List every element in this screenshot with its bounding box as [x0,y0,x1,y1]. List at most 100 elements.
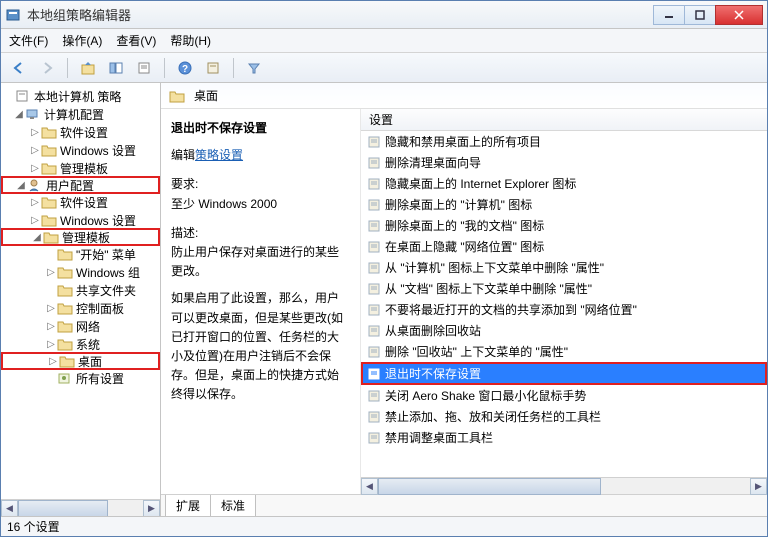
setting-icon [367,261,381,275]
minimize-button[interactable] [653,5,685,25]
collapse-icon[interactable]: ◢ [13,109,25,120]
menu-action[interactable]: 操作(A) [62,32,102,49]
filter-button[interactable] [242,56,266,80]
up-button[interactable] [76,56,100,80]
back-button[interactable] [7,56,31,80]
tree-hscroll[interactable]: ◀ ▶ [1,499,160,516]
tree-pane[interactable]: 本地计算机 策略 ◢计算机配置 ▷软件设置 ▷Windows 设置 ▷管理模板 … [1,83,161,516]
show-hide-tree-button[interactable] [104,56,128,80]
expand-icon[interactable]: ▷ [45,267,57,278]
scroll-thumb[interactable] [18,500,108,516]
list-item[interactable]: 从 "文档" 图标上下文菜单中删除 "属性" [361,278,767,299]
collapse-icon[interactable]: ◢ [31,232,43,243]
scroll-right-icon[interactable]: ▶ [750,478,767,495]
folder-icon [57,319,73,333]
list-item[interactable]: 禁用调整桌面工具栏 [361,427,767,448]
folder-icon [41,125,57,139]
scroll-left-icon[interactable]: ◀ [361,478,378,495]
column-header[interactable]: 设置 [361,109,767,131]
list-item[interactable]: 从桌面删除回收站 [361,320,767,341]
close-button[interactable] [715,5,763,25]
list-item[interactable]: 在桌面上隐藏 "网络位置" 图标 [361,236,767,257]
expand-icon[interactable]: ▷ [29,145,41,156]
folder-icon [43,230,59,244]
tree-user[interactable]: ◢用户配置 [1,176,160,194]
list-item-label: 删除清理桌面向导 [385,154,481,171]
list-item[interactable]: 关闭 Aero Shake 窗口最小化鼠标手势 [361,385,767,406]
setting-icon [367,240,381,254]
scroll-right-icon[interactable]: ▶ [143,500,160,516]
expand-icon[interactable]: ▷ [29,127,41,138]
settings-list-wrap: 设置 隐藏和禁用桌面上的所有项目删除清理桌面向导隐藏桌面上的 Internet … [361,109,767,494]
expand-icon[interactable]: ▷ [45,339,57,350]
app-window: 本地组策略编辑器 文件(F) 操作(A) 查看(V) 帮助(H) ? 本地计算机… [0,0,768,537]
tree-start[interactable]: "开始" 菜单 [1,245,160,263]
computer-icon [25,107,41,121]
separator [164,58,165,78]
menu-help[interactable]: 帮助(H) [170,32,211,49]
list-hscroll[interactable]: ◀ ▶ [361,477,767,494]
edit-policy-link[interactable]: 策略设置 [195,148,243,162]
properties-button[interactable] [201,56,225,80]
list-item-label: 关闭 Aero Shake 窗口最小化鼠标手势 [385,387,586,404]
list-item-label: 删除桌面上的 "计算机" 图标 [385,196,532,213]
list-item[interactable]: 删除桌面上的 "我的文档" 图标 [361,215,767,236]
expand-icon[interactable]: ▷ [29,163,41,174]
tab-standard[interactable]: 标准 [210,495,256,517]
menubar: 文件(F) 操作(A) 查看(V) 帮助(H) [1,29,767,53]
expand-icon[interactable]: ▷ [29,215,41,226]
tree-computer[interactable]: ◢计算机配置 [1,105,160,123]
tree-comp-soft[interactable]: ▷软件设置 [1,123,160,141]
tree-ctrl[interactable]: ▷控制面板 [1,299,160,317]
tree-share[interactable]: 共享文件夹 [1,281,160,299]
export-button[interactable] [132,56,156,80]
list-item[interactable]: 从 "计算机" 图标上下文菜单中删除 "属性" [361,257,767,278]
list-item[interactable]: 不要将最近打开的文档的共享添加到 "网络位置" [361,299,767,320]
tree-net[interactable]: ▷网络 [1,317,160,335]
tree-user-win[interactable]: ▷Windows 设置 [1,211,160,229]
tree-root[interactable]: 本地计算机 策略 [1,87,160,105]
req-label: 要求: [171,175,350,194]
list-item[interactable]: 删除 "回收站" 上下文菜单的 "属性" [361,341,767,362]
policy-icon [15,89,31,103]
setting-icon [367,367,381,381]
svg-text:?: ? [182,64,188,75]
scroll-thumb[interactable] [378,478,601,495]
expand-icon[interactable]: ▷ [45,321,57,332]
req-text: 至少 Windows 2000 [171,195,350,214]
forward-button[interactable] [35,56,59,80]
list-item-label: 从 "文档" 图标上下文菜单中删除 "属性" [385,280,592,297]
tree-sys[interactable]: ▷系统 [1,335,160,353]
tree-user-soft[interactable]: ▷软件设置 [1,193,160,211]
list-item[interactable]: 退出时不保存设置 [361,362,767,385]
settings-list[interactable]: 隐藏和禁用桌面上的所有项目删除清理桌面向导隐藏桌面上的 Internet Exp… [361,131,767,477]
list-item[interactable]: 删除清理桌面向导 [361,152,767,173]
collapse-icon[interactable]: ◢ [15,180,27,191]
scroll-left-icon[interactable]: ◀ [1,500,18,516]
tree-allset[interactable]: 所有设置 [1,369,160,387]
list-item-label: 删除 "回收站" 上下文菜单的 "属性" [385,343,568,360]
titlebar[interactable]: 本地组策略编辑器 [1,1,767,29]
expand-icon[interactable]: ▷ [29,197,41,208]
list-item[interactable]: 隐藏桌面上的 Internet Explorer 图标 [361,173,767,194]
tree-comp-win[interactable]: ▷Windows 设置 [1,141,160,159]
menu-view[interactable]: 查看(V) [116,32,156,49]
list-item[interactable]: 删除桌面上的 "计算机" 图标 [361,194,767,215]
tree-desktop[interactable]: ▷桌面 [1,352,160,370]
tab-extended[interactable]: 扩展 [165,495,211,517]
tree-user-tmpl[interactable]: ◢管理模板 [1,228,160,246]
setting-icon [367,303,381,317]
list-item[interactable]: 禁止添加、拖、放和关闭任务栏的工具栏 [361,406,767,427]
list-item[interactable]: 隐藏和禁用桌面上的所有项目 [361,131,767,152]
folder-icon [41,213,57,227]
expand-icon[interactable]: ▷ [45,303,57,314]
maximize-button[interactable] [684,5,716,25]
statusbar: 16 个设置 [1,516,767,536]
tree-comp-tmpl[interactable]: ▷管理模板 [1,159,160,177]
expand-icon[interactable]: ▷ [47,356,59,367]
tree-wincomp[interactable]: ▷Windows 组 [1,263,160,281]
folder-icon [41,195,57,209]
setting-icon [367,219,381,233]
menu-file[interactable]: 文件(F) [9,32,48,49]
help-button[interactable]: ? [173,56,197,80]
